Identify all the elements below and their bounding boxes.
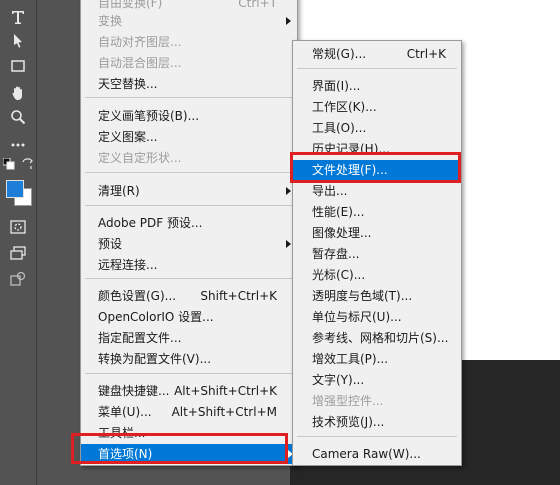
more-tools-icon[interactable] [6,134,30,156]
quick-mask-icon[interactable] [6,216,30,238]
menu-item-adobe-pdf-presets[interactable]: Adobe PDF 预设... [98,213,295,233]
menu-item-presets[interactable]: 预设 [98,234,295,254]
menu-item-transform: 变换 [98,11,295,31]
hand-tool-icon[interactable] [6,82,30,104]
edit-menu: 自由变换(F) Ctrl+T 变换 自动对齐图层... 自动混合图层... 天空替… [80,0,298,466]
submenu-item-export[interactable]: 导出... [312,181,460,201]
submenu-item-cursors[interactable]: 光标(C)... [312,265,460,285]
content-credentials-icon[interactable] [6,268,30,290]
submenu-item-workspace[interactable]: 工作区(K)... [312,97,460,117]
menu-item-convert-to-profile[interactable]: 转换为配置文件(V)... [98,349,295,369]
screen-mode-icon[interactable] [6,242,30,264]
submenu-item-scratch-disks[interactable]: 暂存盘... [312,244,460,264]
path-selection-icon[interactable] [6,30,30,52]
submenu-item-interface[interactable]: 界面(I)... [312,76,460,96]
menu-item-assign-profile[interactable]: 指定配置文件... [98,328,295,348]
menu-separator [85,373,293,374]
zoom-tool-icon[interactable] [6,106,30,128]
annotation-box-preferences [71,433,288,464]
menu-separator [297,436,457,437]
rectangle-tool-icon[interactable] [6,55,30,77]
menu-separator [85,205,293,206]
preferences-submenu: 常规(G)... Ctrl+K 界面(I)... 工作区(K)... 工具(O).… [292,40,462,466]
submenu-item-technology-previews[interactable]: 技术预览(J)... [312,412,460,432]
type-tool-icon[interactable] [6,6,30,28]
menu-separator [85,97,293,98]
submenu-item-units-rulers[interactable]: 单位与标尺(U)... [312,307,460,327]
foreground-color-swatch[interactable] [6,180,24,198]
swap-colors-icon[interactable] [20,158,34,170]
menu-separator [297,68,457,69]
menu-item-purge[interactable]: 清理(R) [98,181,295,201]
submenu-item-type[interactable]: 文字(Y)... [312,370,460,390]
submenu-item-performance[interactable]: 性能(E)... [312,202,460,222]
tools-panel [0,0,37,485]
submenu-item-camera-raw[interactable]: Camera Raw(W)... [312,444,460,464]
submenu-item-enhanced-controls: 增强型控件... [312,394,384,408]
menu-item-menus[interactable]: 菜单(U)... Alt+Shift+Ctrl+M [98,402,295,422]
menu-item-opencolorio-settings[interactable]: OpenColorIO 设置... [98,307,295,327]
submenu-item-tools[interactable]: 工具(O)... [312,118,460,138]
default-colors-icon[interactable] [3,158,15,170]
submenu-item-image-processing[interactable]: 图像处理... [312,223,460,243]
submenu-arrow-icon [286,17,291,25]
menu-separator [85,278,293,279]
menu-item-auto-align-layers: 自动对齐图层... [98,35,182,49]
submenu-item-general[interactable]: 常规(G)... Ctrl+K [312,44,460,64]
submenu-item-guides-grid-slices[interactable]: 参考线、网格和切片(S)... [312,328,460,348]
submenu-arrow-icon [286,187,291,195]
menu-item-sky-replacement[interactable]: 天空替换... [98,74,295,94]
menu-item-remote-connections[interactable]: 远程连接... [98,255,295,275]
menu-item-color-settings[interactable]: 颜色设置(G)... Shift+Ctrl+K [98,286,295,306]
submenu-item-plugins[interactable]: 增效工具(P)... [312,349,460,369]
menu-item-keyboard-shortcuts[interactable]: 键盘快捷键... Alt+Shift+Ctrl+K [98,381,295,401]
submenu-arrow-icon [286,240,291,248]
menu-item-define-pattern[interactable]: 定义图案... [98,127,295,147]
menu-item-auto-blend-layers: 自动混合图层... [98,56,182,70]
submenu-item-transparency-gamut[interactable]: 透明度与色域(T)... [312,286,460,306]
menu-item-define-custom-shape: 定义自定形状... [98,151,182,165]
menu-item-define-brush[interactable]: 定义画笔预设(B)... [98,106,295,126]
annotation-box-file-handling [290,152,461,183]
menu-separator [85,172,293,173]
